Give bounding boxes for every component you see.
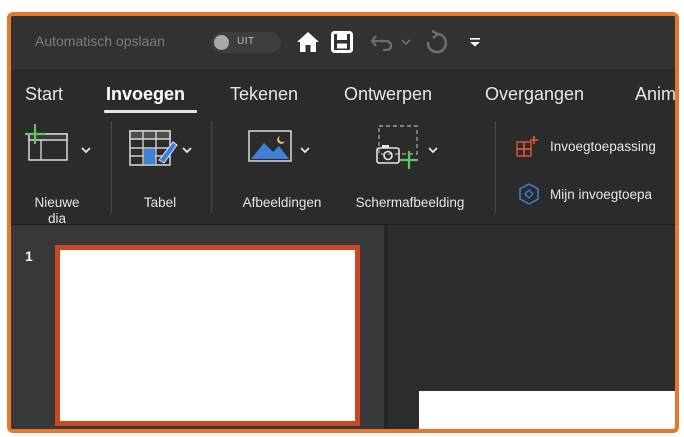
customize-icon[interactable] [467, 28, 483, 56]
addins-label: Invoegtoepassing [550, 138, 656, 154]
home-icon[interactable] [294, 28, 322, 56]
redo-icon[interactable] [422, 28, 448, 56]
screenshot-icon [369, 124, 425, 177]
pictures-label: Afbeeldingen [242, 195, 322, 210]
picture-icon [248, 130, 294, 169]
autosave-toggle[interactable]: UIT [211, 32, 281, 53]
slide-canvas[interactable] [419, 391, 675, 429]
slide-editor [388, 225, 675, 429]
get-addins-button[interactable]: Invoegtoepassing [516, 135, 656, 157]
ribbon-insert: Nieuwe dia Tabel Afbeeldingen Schermafbe… [11, 113, 675, 226]
autosave-label: Automatisch opslaan [35, 33, 165, 49]
ribbon-tabs: Start Invoegen Tekenen Ontwerpen Overgan… [11, 69, 675, 113]
screenshot-label: Schermafbeelding [355, 195, 465, 210]
toggle-knob [214, 35, 229, 50]
tab-start[interactable]: Start [25, 84, 63, 105]
tab-ontwerpen[interactable]: Ontwerpen [344, 84, 432, 105]
chevron-down-icon [428, 141, 438, 159]
quick-access-toolbar: Automatisch opslaan UIT [11, 16, 675, 69]
chevron-down-icon [81, 141, 91, 159]
ribbon-separator [111, 121, 112, 214]
chevron-down-icon [300, 141, 310, 159]
my-addins-icon [518, 183, 540, 205]
ribbon-separator [495, 121, 496, 214]
slide-number: 1 [25, 248, 33, 264]
table-icon [129, 130, 179, 173]
my-addins-button[interactable]: Mijn invoegtoepa [518, 183, 652, 205]
tab-invoegen[interactable]: Invoegen [106, 84, 185, 105]
tab-animaties[interactable]: Anim [635, 84, 675, 105]
chevron-down-icon[interactable] [399, 28, 413, 56]
my-addins-label: Mijn invoegtoepa [550, 186, 653, 202]
toggle-label: UIT [237, 36, 255, 47]
table-label: Tabel [143, 195, 177, 210]
addins-icon [516, 135, 540, 157]
new-slide-label-line1: Nieuwe [34, 195, 80, 210]
slide-thumbnails-pane: 1 [11, 225, 384, 429]
undo-icon[interactable] [369, 28, 395, 56]
app-window: Automatisch opslaan UIT Start Invoegen T… [7, 12, 679, 433]
slide-thumbnail[interactable] [55, 245, 360, 426]
tab-tekenen[interactable]: Tekenen [230, 84, 298, 105]
tab-overgangen[interactable]: Overgangen [485, 84, 584, 105]
chevron-down-icon [182, 141, 192, 159]
new-slide-icon [24, 123, 76, 168]
save-icon[interactable] [329, 28, 355, 56]
ribbon-separator [211, 121, 212, 214]
